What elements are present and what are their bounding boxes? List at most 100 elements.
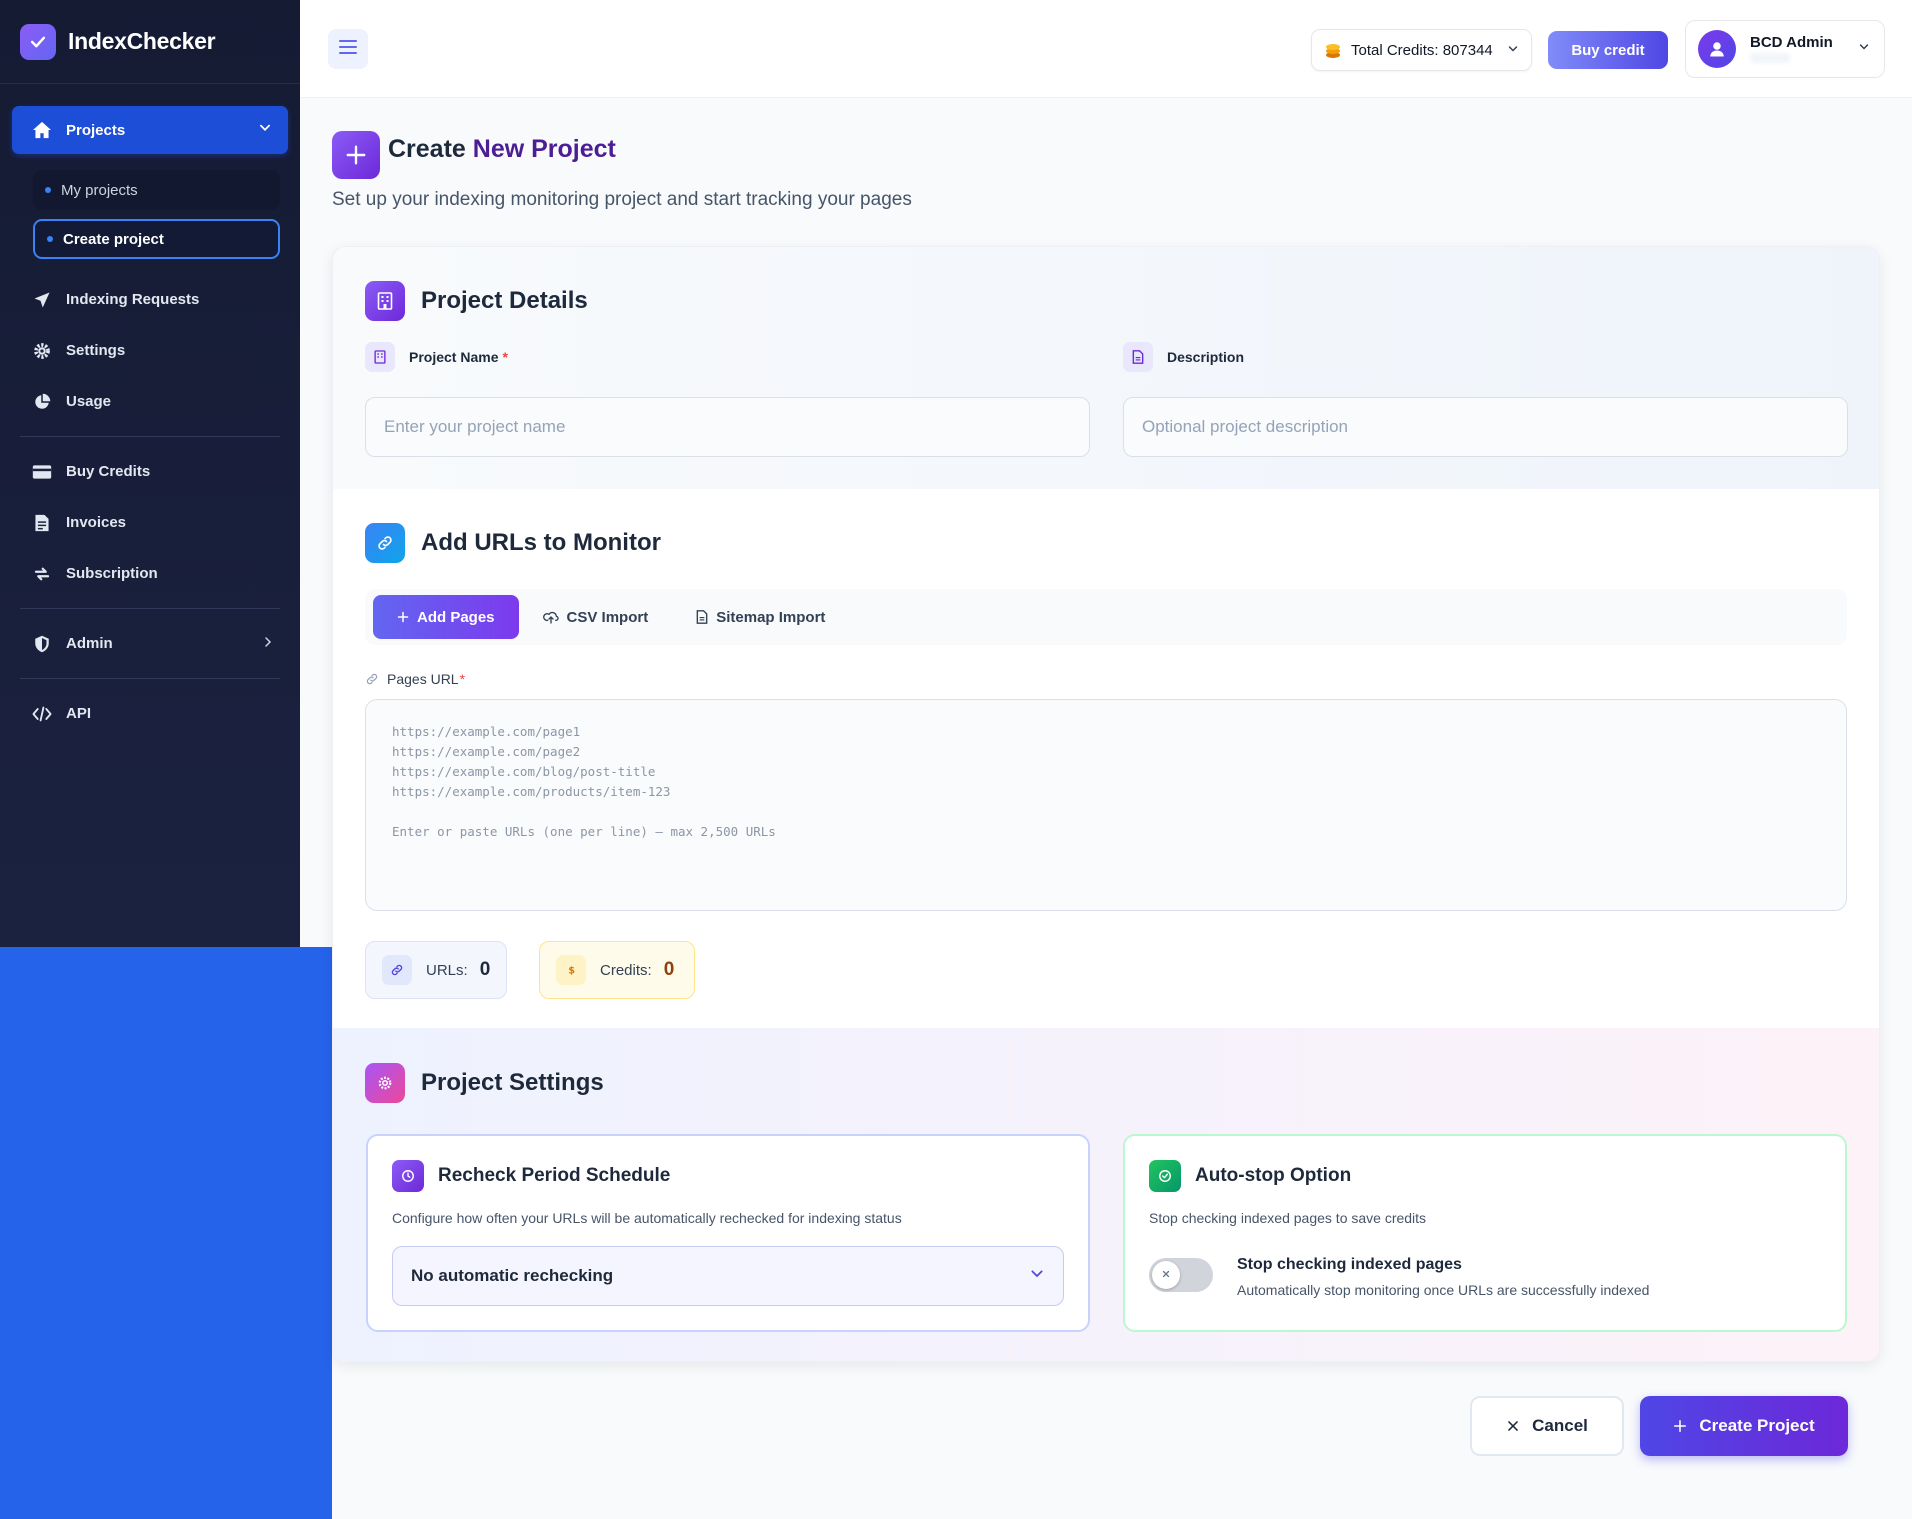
sidebar-item-projects[interactable]: Projects xyxy=(12,106,288,154)
sidebar-item-usage[interactable]: Usage xyxy=(12,376,288,427)
user-menu[interactable]: BCD Admin xyxy=(1685,20,1885,78)
description-label-text: Description xyxy=(1167,349,1245,365)
brand-name: IndexChecker xyxy=(68,28,216,54)
page-header xyxy=(332,131,380,179)
sidebar-item-indexing-requests[interactable]: Indexing Requests xyxy=(12,274,288,325)
urls-count-label: URLs: xyxy=(426,961,468,979)
sidebar-item-buy-credits[interactable]: Buy Credits xyxy=(12,446,288,497)
tab-label: Add Pages xyxy=(417,608,495,626)
required-marker: * xyxy=(459,671,466,687)
auto-stop-toggle-title: Stop checking indexed pages xyxy=(1237,1256,1462,1273)
menu-toggle-button[interactable] xyxy=(328,29,368,69)
send-icon xyxy=(32,291,52,309)
description-input[interactable]: Optional project description xyxy=(1123,397,1848,457)
sidebar: IndexChecker Projects My projects Create… xyxy=(0,0,300,947)
sidebar-divider xyxy=(20,678,280,679)
sidebar-item-subscription[interactable]: Subscription xyxy=(12,548,288,599)
sidebar-subitem-my-projects[interactable]: My projects xyxy=(33,170,280,210)
building-icon xyxy=(365,342,395,372)
sidebar-item-admin[interactable]: Admin xyxy=(12,618,288,669)
avatar xyxy=(1698,30,1736,68)
toggle-knob xyxy=(1152,1261,1180,1289)
projects-submenu: My projects Create project xyxy=(33,170,280,259)
code-icon xyxy=(32,706,52,722)
buy-credit-button[interactable]: Buy credit xyxy=(1548,31,1668,69)
link-icon xyxy=(365,672,379,686)
tab-sitemap-import[interactable]: Sitemap Import xyxy=(672,595,849,639)
chevron-down-icon xyxy=(258,121,272,139)
sidebar-item-settings[interactable]: Settings xyxy=(12,325,288,376)
sidebar-subitem-create-project[interactable]: Create project xyxy=(33,219,280,259)
create-project-button[interactable]: Create Project xyxy=(1640,1396,1848,1456)
pages-url-label: Pages URL * xyxy=(365,671,465,687)
recheck-period-value: No automatic rechecking xyxy=(411,1266,614,1285)
cancel-button[interactable]: Cancel xyxy=(1470,1396,1624,1456)
sidebar-nav: Projects My projects Create project Inde… xyxy=(0,84,300,739)
auto-stop-toggle[interactable] xyxy=(1149,1258,1213,1292)
refresh-icon xyxy=(32,565,52,583)
plus-icon xyxy=(397,611,409,623)
recheck-schedule-card: Recheck Period Schedule Configure how of… xyxy=(366,1134,1090,1332)
project-name-label: Project Name * xyxy=(365,342,508,372)
check-circle-icon xyxy=(1149,1160,1181,1192)
tab-csv-import[interactable]: CSV Import xyxy=(519,595,673,639)
gear-icon xyxy=(32,342,52,360)
create-project-button-label: Create Project xyxy=(1699,1416,1815,1435)
tab-label: CSV Import xyxy=(566,608,649,626)
sidebar-divider xyxy=(20,608,280,609)
cancel-button-label: Cancel xyxy=(1532,1416,1588,1435)
plus-icon xyxy=(1673,1419,1687,1433)
logo-check-icon xyxy=(20,23,56,60)
credits-count-badge: $ Credits: 0 xyxy=(539,941,695,999)
svg-text:$: $ xyxy=(568,965,575,976)
project-details-title: Project Details xyxy=(421,287,588,314)
total-credits-label: Total Credits: 807344 xyxy=(1351,41,1493,59)
shield-icon xyxy=(32,635,52,653)
sidebar-item-label: Indexing Requests xyxy=(66,291,200,308)
project-settings-title: Project Settings xyxy=(421,1069,604,1096)
sidebar-item-label: Usage xyxy=(66,393,112,410)
sidebar-item-invoices[interactable]: Invoices xyxy=(12,497,288,548)
topbar: Total Credits: 807344 Buy credit BCD Adm… xyxy=(300,0,1912,98)
gear-icon xyxy=(365,1063,405,1103)
sidebar-item-api[interactable]: API xyxy=(12,688,288,739)
tab-add-pages[interactable]: Add Pages xyxy=(373,595,519,639)
project-name-input[interactable]: Enter your project name xyxy=(365,397,1090,457)
dollar-icon: $ xyxy=(556,955,586,985)
pages-url-label-text: Pages URL xyxy=(387,671,459,687)
brand[interactable]: IndexChecker xyxy=(0,0,300,84)
total-credits-dropdown[interactable]: Total Credits: 807344 xyxy=(1311,29,1532,71)
tab-label: Sitemap Import xyxy=(716,608,826,626)
sidebar-item-label: API xyxy=(66,705,92,722)
add-urls-title: Add URLs to Monitor xyxy=(421,529,661,556)
recheck-schedule-desc: Configure how often your URLs will be au… xyxy=(392,1210,902,1226)
auto-stop-toggle-desc: Automatically stop monitoring once URLs … xyxy=(1237,1282,1650,1298)
pie-chart-icon xyxy=(32,393,52,411)
sidebar-item-label: Subscription xyxy=(66,565,158,582)
urls-count-value: 0 xyxy=(479,959,491,980)
credit-card-icon xyxy=(32,464,52,480)
recheck-schedule-title: Recheck Period Schedule xyxy=(438,1165,671,1186)
page-title-prefix: Create xyxy=(388,135,473,163)
pages-url-textarea[interactable]: https://example.com/page1 https://exampl… xyxy=(365,699,1847,911)
building-icon xyxy=(365,281,405,321)
hamburger-icon xyxy=(339,39,357,59)
recheck-period-select[interactable]: No automatic rechecking xyxy=(392,1246,1064,1306)
description-label: Description xyxy=(1123,342,1244,372)
chevron-down-icon xyxy=(1029,1266,1045,1287)
sidebar-subitem-label: Create project xyxy=(63,230,164,248)
auto-stop-desc: Stop checking indexed pages to save cred… xyxy=(1149,1210,1427,1226)
sidebar-item-label: Buy Credits xyxy=(66,463,151,480)
sidebar-item-label: Settings xyxy=(66,342,126,359)
close-icon xyxy=(1161,1266,1171,1284)
auto-stop-card: Auto-stop Option Stop checking indexed p… xyxy=(1123,1134,1847,1332)
user-email-redacted xyxy=(1750,53,1790,63)
page-subtitle: Set up your indexing monitoring project … xyxy=(332,189,912,210)
page-title-accent: New Project xyxy=(472,135,616,163)
credits-count-value: 0 xyxy=(663,959,675,980)
required-marker: * xyxy=(502,349,508,365)
plus-icon xyxy=(332,131,380,179)
urls-count-badge: URLs: 0 xyxy=(365,941,507,999)
sidebar-divider xyxy=(20,436,280,437)
chevron-down-icon xyxy=(1858,40,1870,58)
